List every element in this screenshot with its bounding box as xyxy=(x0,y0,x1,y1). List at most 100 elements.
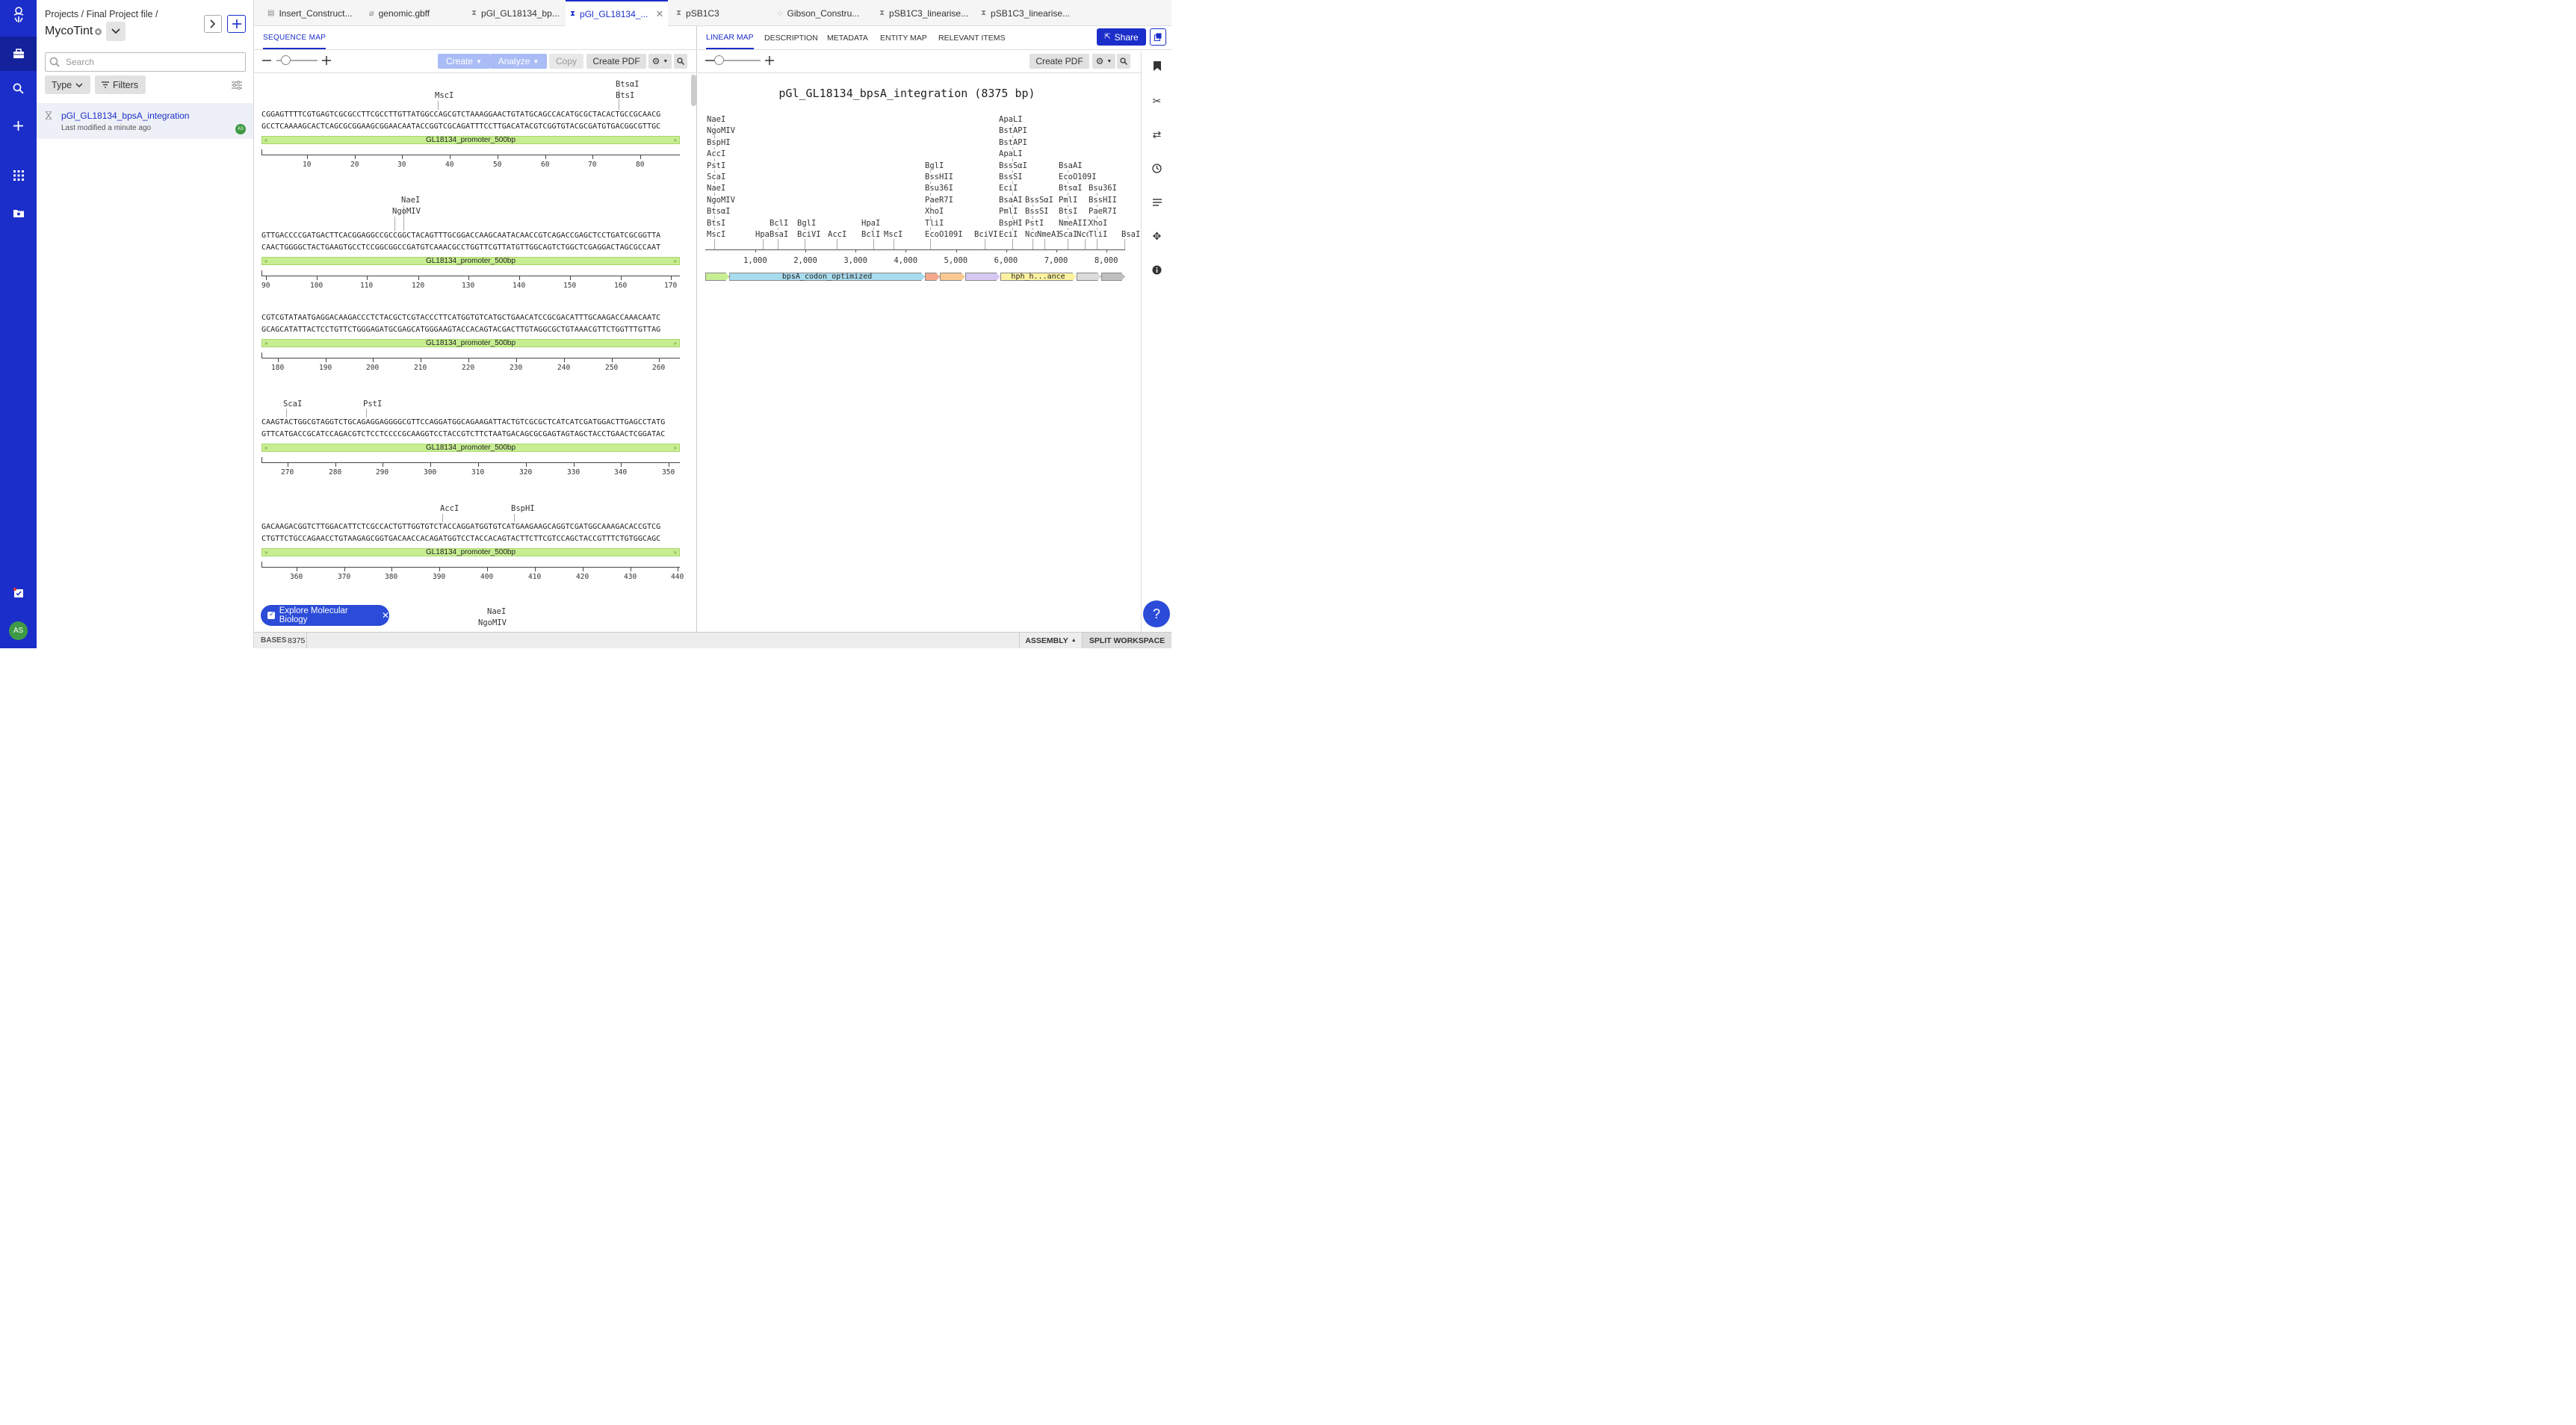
map-enzyme-label[interactable]: NaeI xyxy=(707,115,726,124)
map-enzyme-label[interactable]: BssSαI xyxy=(1025,195,1053,205)
map-enzyme-label[interactable]: PaeR7I xyxy=(925,195,953,205)
enzyme-label[interactable]: NaeI xyxy=(401,196,420,205)
benchling-logo-icon[interactable] xyxy=(0,0,37,30)
enzyme-label[interactable]: PstI xyxy=(363,400,382,409)
map-enzyme-label[interactable]: EcoO109I xyxy=(925,230,963,239)
tab-entity-map[interactable]: ENTITY MAP xyxy=(880,27,927,49)
enzyme-label[interactable]: MscI xyxy=(435,91,453,100)
map-enzyme-label[interactable]: ApaLI xyxy=(999,149,1023,159)
briefcase-icon[interactable] xyxy=(0,37,37,71)
map-enzyme-label[interactable]: NgoMIV xyxy=(707,126,735,136)
enzyme-label[interactable]: BtsI xyxy=(616,91,634,100)
tab-sequence-map[interactable]: SEQUENCE MAP xyxy=(263,27,326,49)
map-enzyme-label[interactable]: AccI xyxy=(707,149,726,159)
zoom-in-icon[interactable] xyxy=(321,55,332,66)
map-enzyme-label[interactable]: PmlI xyxy=(999,207,1018,217)
enzyme-label[interactable]: ScaI xyxy=(283,400,302,409)
tab-gibson[interactable]: ◌ Gibson_Constru... xyxy=(773,0,872,26)
map-enzyme-label[interactable]: BciVI xyxy=(797,230,821,239)
sequence-scrollbar[interactable] xyxy=(691,75,696,106)
enzyme-label[interactable]: AccI xyxy=(440,504,459,513)
map-enzyme-label[interactable]: BspHI xyxy=(999,218,1023,228)
enzyme-label[interactable]: BtsαI xyxy=(616,80,640,89)
close-icon[interactable]: ✕ xyxy=(655,8,663,20)
map-enzyme-label[interactable]: EciI xyxy=(999,230,1018,239)
enzyme-label[interactable]: NgoMIV xyxy=(392,207,421,216)
map-enzyme-label[interactable]: BsaI xyxy=(1121,230,1141,239)
map-enzyme-label[interactable]: PstI xyxy=(1025,218,1044,228)
map-enzyme-label[interactable]: BclI xyxy=(770,218,789,228)
dna-bottom-strand[interactable]: GCCTCAAAAGCACTCAGCGCGGAAGCGGAACAATACCGGT… xyxy=(261,122,660,131)
map-enzyme-label[interactable]: BtsI xyxy=(707,218,726,228)
history-clock-icon[interactable] xyxy=(1142,159,1172,177)
add-item-button[interactable] xyxy=(227,15,246,33)
map-enzyme-label[interactable]: EcoO109I xyxy=(1059,173,1097,181)
breadcrumb[interactable]: Projects / Final Project file / xyxy=(45,9,158,19)
swap-arrows-icon[interactable]: ⇄ xyxy=(1142,125,1172,143)
tab-description[interactable]: DESCRIPTION xyxy=(764,27,818,49)
feature-annotation[interactable]: » GL18134_promoter_500bp » xyxy=(261,257,680,265)
search-sequence-button[interactable] xyxy=(674,54,687,69)
map-enzyme-label[interactable]: Bsu36I xyxy=(925,184,953,193)
tab-relevant-items[interactable]: RELEVANT ITEMS xyxy=(938,27,1005,49)
map-settings-dropdown[interactable]: ⚙ ▼ xyxy=(1092,54,1115,69)
map-enzyme-label[interactable]: PaeR7I xyxy=(1089,207,1117,217)
folder-icon[interactable] xyxy=(0,198,37,228)
enzyme-label[interactable]: NgoMIV xyxy=(478,618,507,627)
info-icon[interactable] xyxy=(1142,261,1172,279)
map-enzyme-label[interactable]: BsaI xyxy=(770,230,789,239)
filters-button[interactable]: Filters xyxy=(95,75,146,94)
project-dropdown-button[interactable] xyxy=(106,22,126,41)
map-enzyme-label[interactable]: HpaI xyxy=(861,218,881,228)
map-enzyme-label[interactable]: PstI xyxy=(707,161,726,170)
map-enzyme-label[interactable]: MscI xyxy=(884,230,903,239)
dna-top-strand[interactable]: CAAGTACTGGCGTAGGTCTGCAGAGGAGGGGCGTTCCAGG… xyxy=(261,418,665,426)
assembly-toggle[interactable]: ASSEMBLY ▲ xyxy=(1019,633,1082,648)
map-enzyme-label[interactable]: AccI xyxy=(828,230,847,239)
tab-pgl-bp[interactable]: ⧗ pGl_GL18134_bp... xyxy=(467,0,564,26)
dna-bottom-strand[interactable]: GCAGCATATTACTCCTGTTCTGGGAGATGCGAGCATGGGA… xyxy=(261,326,660,334)
crosshair-icon[interactable]: ✥ xyxy=(1142,227,1172,245)
map-enzyme-label[interactable]: BssHII xyxy=(925,173,953,181)
entry-name[interactable]: pGl_GL18134_bpsA_integration xyxy=(61,111,189,121)
type-filter-button[interactable]: Type xyxy=(45,75,90,94)
map-enzyme-label[interactable]: BssSI xyxy=(1025,207,1049,217)
user-avatar[interactable]: AS xyxy=(9,621,28,640)
map-enzyme-label[interactable]: BciVI xyxy=(974,230,998,239)
map-enzyme-label[interactable]: ScaI xyxy=(707,173,726,181)
map-enzyme-label[interactable]: BtsI xyxy=(1059,207,1078,217)
feature-annotation[interactable]: » GL18134_promoter_500bp » xyxy=(261,548,680,556)
tab-metadata[interactable]: METADATA xyxy=(827,27,868,49)
tab-psb1c3-linearised-2[interactable]: ⧗ pSB1C3_linearise... xyxy=(976,0,1075,26)
settings-dropdown-button[interactable]: ⚙ ▼ xyxy=(648,54,672,69)
dna-top-strand[interactable]: CGTCGTATAATGAGGACAAGACCCTCTACGCTCGTACCCT… xyxy=(261,314,660,322)
map-feature[interactable] xyxy=(940,273,965,281)
map-enzyme-label[interactable]: XhoI xyxy=(1089,218,1108,228)
create-dropdown-button[interactable]: Create ▼ xyxy=(438,54,490,69)
copy-button[interactable]: Copy xyxy=(549,54,583,69)
map-enzyme-label[interactable]: BssSαI xyxy=(999,161,1027,170)
map-feature[interactable]: hph_h...ance xyxy=(1000,273,1077,281)
map-feature[interactable] xyxy=(965,273,1000,281)
map-feature[interactable]: bpsA_codon_optimized xyxy=(729,273,925,281)
search-icon[interactable] xyxy=(0,73,37,103)
list-item-entry[interactable]: pGl_GL18134_bpsA_integration Last modifi… xyxy=(37,103,253,139)
dna-bottom-strand[interactable]: GTTCATGACCGCATCCAGACGTCTCCTCCCCGCAAGGTCC… xyxy=(261,430,665,438)
map-enzyme-label[interactable]: TliI xyxy=(1089,230,1108,239)
map-enzyme-label[interactable]: ApaLI xyxy=(999,115,1023,124)
map-enzyme-label[interactable]: ScaI xyxy=(1059,230,1078,239)
map-enzyme-label[interactable]: BglI xyxy=(925,161,944,170)
scissors-icon[interactable]: ✂ xyxy=(1142,92,1172,110)
map-enzyme-label[interactable]: BclI xyxy=(861,230,881,239)
tab-genomic-gbff[interactable]: ⌀ genomic.gbff xyxy=(365,0,463,26)
map-enzyme-label[interactable]: PmlI xyxy=(1059,195,1078,205)
map-enzyme-label[interactable]: NaeI xyxy=(707,184,726,193)
search-input[interactable]: Search xyxy=(45,52,246,72)
create-pdf-button[interactable]: Create PDF xyxy=(586,54,646,69)
bookmark-icon[interactable] xyxy=(1142,57,1172,75)
close-icon[interactable]: ✕ xyxy=(382,610,389,621)
zoom-out-icon[interactable] xyxy=(261,55,272,66)
settings-gear-icon[interactable] xyxy=(93,26,103,37)
map-enzyme-label[interactable]: TliI xyxy=(925,218,944,228)
feature-annotation[interactable]: » GL18134_promoter_500bp » xyxy=(261,339,680,347)
